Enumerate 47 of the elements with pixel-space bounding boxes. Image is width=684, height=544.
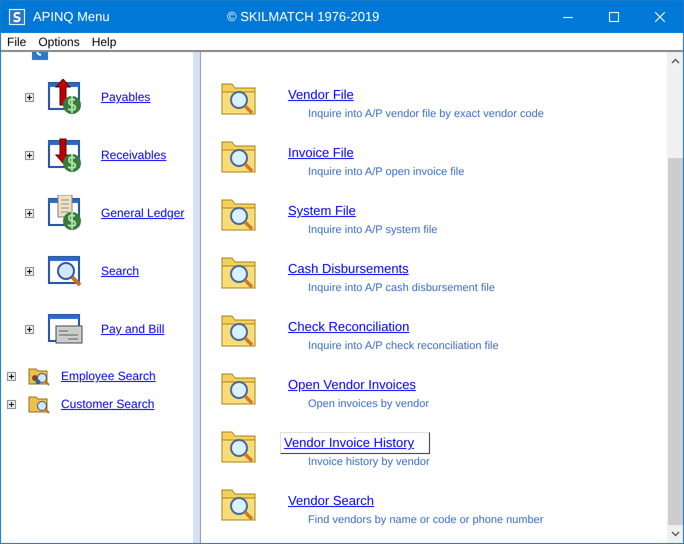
- menu-link[interactable]: Vendor Search: [284, 490, 544, 512]
- expand-icon[interactable]: [25, 208, 34, 218]
- item-description: Invoice history by vendor: [308, 454, 430, 470]
- scrollbar-thumb[interactable]: [668, 158, 682, 525]
- tree-item-link[interactable]: Payables: [101, 88, 150, 106]
- scroll-down-icon[interactable]: [670, 531, 680, 537]
- menu-link[interactable]: Vendor File: [284, 84, 544, 106]
- menu-item[interactable]: File: [1, 32, 32, 50]
- menu-link[interactable]: Cash Disbursements: [284, 258, 495, 280]
- tree-item-link[interactable]: Employee Search: [61, 367, 156, 385]
- magnifier-window-icon: [48, 253, 84, 289]
- tree-item-link[interactable]: Search: [101, 262, 140, 280]
- item-description: Inquire into A/P system file: [308, 222, 438, 238]
- menu-link[interactable]: System File: [284, 200, 438, 222]
- menu-item[interactable]: Options: [32, 32, 86, 50]
- tree-item-link[interactable]: Customer Search: [61, 395, 154, 413]
- vertical-scrollbar[interactable]: [667, 52, 683, 543]
- item-description: Inquire into A/P vendor file by exact vendor code: [308, 106, 544, 122]
- menu-link[interactable]: Open Vendor Invoices: [284, 374, 430, 396]
- item-description: Inquire into A/P check reconciliation file: [308, 338, 499, 354]
- tree-item-link[interactable]: General Ledger: [101, 204, 184, 222]
- tree-item-link[interactable]: Receivables: [101, 146, 166, 164]
- menu-link[interactable]: Check Reconciliation: [284, 316, 499, 338]
- money-window-up-arrow-icon: [48, 79, 84, 115]
- copyright-text: © SKILMATCH 1976-2019: [227, 8, 380, 26]
- window-title: APINQ Menu: [33, 8, 111, 26]
- app-logo-icon: [9, 9, 25, 25]
- money-window-down-arrow-icon: [48, 137, 84, 173]
- minimize-icon[interactable]: [563, 16, 573, 18]
- expand-icon[interactable]: [25, 266, 34, 276]
- close-icon[interactable]: [655, 12, 665, 22]
- scroll-up-icon[interactable]: [670, 58, 680, 64]
- maximize-icon[interactable]: [609, 12, 619, 22]
- tree-item-link[interactable]: Pay and Bill: [101, 320, 164, 338]
- item-description: Inquire into A/P open invoice file: [308, 164, 464, 180]
- expand-icon[interactable]: [25, 92, 34, 102]
- menu-link[interactable]: Vendor Invoice History: [280, 432, 430, 454]
- menu-link[interactable]: Invoice File: [284, 142, 464, 164]
- expand-icon[interactable]: [25, 150, 34, 160]
- expand-icon[interactable]: [7, 372, 16, 380]
- expand-icon[interactable]: [25, 324, 34, 334]
- ledger-window-icon: [48, 195, 84, 231]
- item-description: Inquire into A/P cash disbursement file: [308, 280, 495, 296]
- menu-item[interactable]: Help: [86, 32, 122, 50]
- item-description: Open invoices by vendor: [308, 396, 430, 412]
- item-description: Find vendors by name or code or phone number: [308, 512, 544, 528]
- expand-icon[interactable]: [7, 400, 16, 408]
